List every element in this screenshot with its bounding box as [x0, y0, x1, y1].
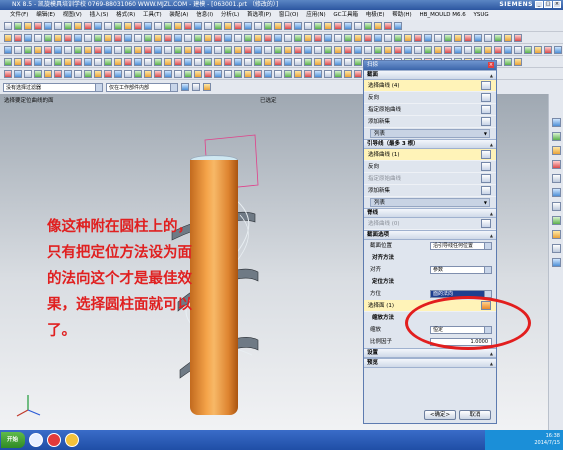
section-header-guides[interactable]: 引导线（最多 3 根） — [364, 139, 496, 149]
field-label: 截面位置 — [370, 243, 393, 249]
guide-add-new-set-row[interactable]: 添加新集 — [364, 185, 496, 197]
system-materials-icon[interactable] — [551, 202, 561, 211]
placement-row: 截面位置 沿引导线任何位置 — [364, 240, 496, 252]
align-subheader: 对齐方法 — [372, 255, 395, 261]
field-label: 对齐 — [370, 267, 382, 273]
browser-icon[interactable] — [47, 433, 61, 447]
dialog-title: 扫掠 — [367, 62, 379, 68]
guide-select-icon[interactable] — [481, 150, 491, 159]
annotation-text: 像这种附在圆柱上的，只有把定位方法设为面的法向这个才是最佳效果，选择圆柱面就可以… — [47, 219, 192, 339]
nx-app-icon[interactable] — [65, 433, 79, 447]
spine-select-icon[interactable] — [481, 219, 491, 228]
resource-bar — [548, 94, 563, 430]
dialog-buttons: <确定> 取消 — [424, 410, 491, 420]
clock-time: 16:38 — [545, 433, 560, 439]
list-expander-2[interactable]: 列表 — [370, 198, 490, 207]
web-browser-icon[interactable] — [551, 174, 561, 183]
row-label: 指定原始曲线 — [368, 176, 402, 182]
align-row: 对齐 参数 — [364, 264, 496, 276]
roles-icon[interactable] — [551, 244, 561, 253]
cancel-button[interactable]: 取消 — [459, 410, 491, 420]
row-label: 反向 — [368, 164, 380, 170]
highlight-ellipse — [405, 296, 531, 350]
reverse-direction-row[interactable]: 反向 — [364, 92, 496, 104]
section-header-options[interactable]: 截面选项 — [364, 230, 496, 240]
row-label: 添加新集 — [368, 119, 391, 125]
specify-origin-curve-row[interactable]: 指定原始曲线 — [364, 104, 496, 116]
process-studio-icon[interactable] — [551, 216, 561, 225]
section-header-curves[interactable]: 截面 — [364, 70, 496, 80]
row-label: 选择曲线 (1) — [368, 152, 400, 158]
orient-subheader: 定位方法 — [372, 279, 395, 285]
part-navigator-icon[interactable] — [551, 132, 561, 141]
dialog-title-bar: 扫掠 × — [364, 61, 496, 70]
start-button[interactable]: 开始 — [1, 432, 25, 448]
guide-origin-curve-row: 指定原始曲线 — [364, 173, 496, 185]
history-icon[interactable] — [551, 188, 561, 197]
section-header-spine[interactable]: 脊线 — [364, 208, 496, 218]
cylinder-body — [190, 160, 238, 415]
hd3d-tools-icon[interactable] — [551, 160, 561, 169]
system-tray: 16:38 2014/7/15 — [485, 430, 563, 450]
placement-dropdown[interactable]: 沿引导线任何位置 — [430, 242, 492, 250]
clock-date: 2014/7/15 — [534, 440, 560, 446]
system-scene-icon[interactable] — [551, 258, 561, 267]
reverse-direction-icon[interactable] — [481, 162, 491, 171]
align-dropdown[interactable]: 参数 — [430, 266, 492, 274]
taskbar: 开始 16:38 2014/7/15 — [0, 430, 563, 450]
row-label: 选择曲线 (0) — [368, 221, 400, 227]
row-label: 选择曲线 (4) — [368, 83, 400, 89]
row-label: 反向 — [368, 95, 380, 101]
origin-curve-icon[interactable] — [481, 105, 491, 114]
dialog-close-icon[interactable]: × — [488, 62, 494, 68]
row-label: 选择面 (1) — [368, 303, 395, 309]
field-label: 方位 — [370, 291, 382, 297]
assembly-navigator-icon[interactable] — [551, 118, 561, 127]
field-label: 比例因子 — [370, 339, 393, 345]
origin-curve-icon — [481, 174, 491, 183]
app-launcher-icon[interactable] — [29, 433, 43, 447]
row-label: 指定原始曲线 — [368, 107, 402, 113]
select-guide-curve-row[interactable]: 选择曲线 (1) — [364, 149, 496, 161]
reuse-library-icon[interactable] — [551, 146, 561, 155]
ok-button[interactable]: <确定> — [424, 410, 456, 420]
sweep-dialog: 扫掠 × 截面 选择曲线 (4) 反向 指定原始曲线 添加新集 列表 引导线（最… — [363, 60, 497, 424]
manufacturing-wizard-icon[interactable] — [551, 230, 561, 239]
curve-select-icon[interactable] — [481, 81, 491, 90]
field-label: 缩放 — [370, 327, 382, 333]
select-spine-row[interactable]: 选择曲线 (0) — [364, 218, 496, 230]
section-header-preview[interactable]: 预览 — [364, 358, 496, 368]
add-new-set-row[interactable]: 添加新集 — [364, 116, 496, 128]
select-section-curve-row[interactable]: 选择曲线 (4) — [364, 80, 496, 92]
wcs-triad-icon — [16, 395, 41, 417]
add-set-icon[interactable] — [481, 186, 491, 195]
add-set-icon[interactable] — [481, 117, 491, 126]
guide-reverse-row[interactable]: 反向 — [364, 161, 496, 173]
reverse-direction-icon[interactable] — [481, 93, 491, 102]
list-expander[interactable]: 列表 — [370, 129, 490, 138]
row-label: 添加新集 — [368, 188, 391, 194]
